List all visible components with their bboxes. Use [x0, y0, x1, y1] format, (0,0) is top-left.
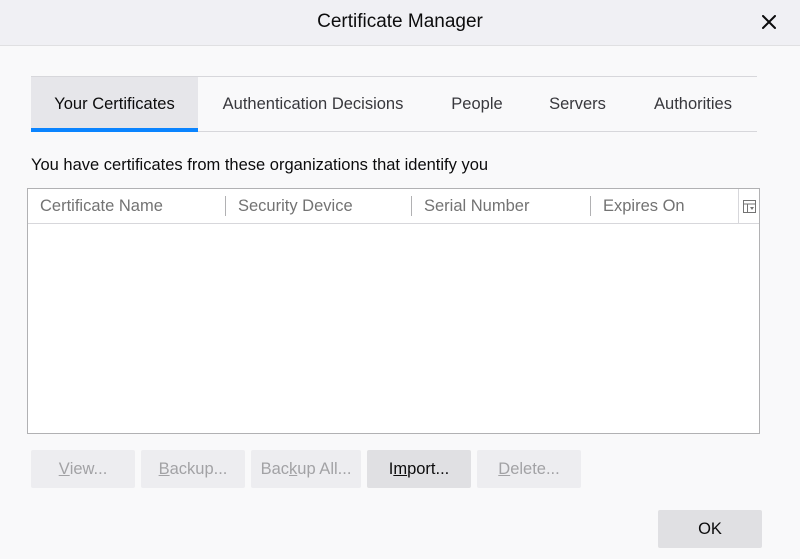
column-picker-button[interactable] — [738, 189, 759, 223]
certificates-table[interactable]: Certificate Name Security Device Serial … — [27, 188, 760, 434]
column-header-expires-on[interactable]: Expires On — [591, 189, 736, 223]
button-accesskey: D — [498, 459, 511, 478]
tab-people[interactable]: People — [428, 77, 526, 131]
backup-button[interactable]: Backup... — [141, 450, 245, 488]
button-accesskey: B — [158, 459, 170, 478]
tab-servers[interactable]: Servers — [526, 77, 629, 131]
tab-label: Servers — [549, 94, 606, 113]
button-label: ackup... — [169, 459, 228, 478]
tab-your-certificates[interactable]: Your Certificates — [31, 77, 198, 132]
close-icon — [762, 15, 776, 29]
tab-label: Authentication Decisions — [222, 94, 404, 113]
column-header-security-device[interactable]: Security Device — [226, 189, 412, 223]
close-button[interactable] — [756, 9, 782, 35]
import-button[interactable]: Im port... — [367, 450, 471, 488]
column-label: Serial Number — [424, 196, 530, 215]
view-button[interactable]: View... — [31, 450, 135, 488]
action-buttons: View... Backup... Bac k up All... Im port..… — [31, 450, 581, 488]
certificate-manager-dialog: Certificate Manager Your Certificates Au… — [0, 0, 800, 559]
button-label: elete... — [510, 459, 560, 478]
button-label: Bac — [260, 459, 290, 478]
column-label: Security Device — [238, 196, 353, 215]
button-accesskey: k — [289, 459, 298, 478]
ok-button[interactable]: OK — [658, 510, 762, 548]
column-header-serial-number[interactable]: Serial Number — [412, 189, 591, 223]
column-header-certificate-name[interactable]: Certificate Name — [28, 189, 226, 223]
tab-bar: Your Certificates Authentication Decisio… — [31, 76, 757, 132]
column-picker-icon — [742, 199, 756, 213]
tab-label: Authorities — [654, 94, 732, 113]
button-accesskey: V — [58, 459, 70, 478]
button-label: port... — [407, 459, 450, 478]
tab-authentication-decisions[interactable]: Authentication Decisions — [198, 77, 428, 131]
title-bar: Certificate Manager — [0, 0, 800, 46]
delete-button[interactable]: Delete... — [477, 450, 581, 488]
backup-all-button[interactable]: Bac k up All... — [251, 450, 361, 488]
description-text: You have certificates from these organiz… — [31, 156, 489, 174]
column-label: Expires On — [603, 196, 685, 215]
tab-authorities[interactable]: Authorities — [629, 77, 757, 131]
table-header: Certificate Name Security Device Serial … — [28, 189, 759, 224]
button-label: iew... — [69, 459, 108, 478]
button-label: OK — [698, 519, 722, 538]
button-accesskey: m — [393, 459, 408, 478]
tab-label: People — [451, 94, 503, 113]
button-label: up All... — [297, 459, 352, 478]
dialog-title: Certificate Manager — [317, 11, 483, 32]
column-label: Certificate Name — [40, 196, 163, 215]
tab-label: Your Certificates — [54, 94, 175, 113]
